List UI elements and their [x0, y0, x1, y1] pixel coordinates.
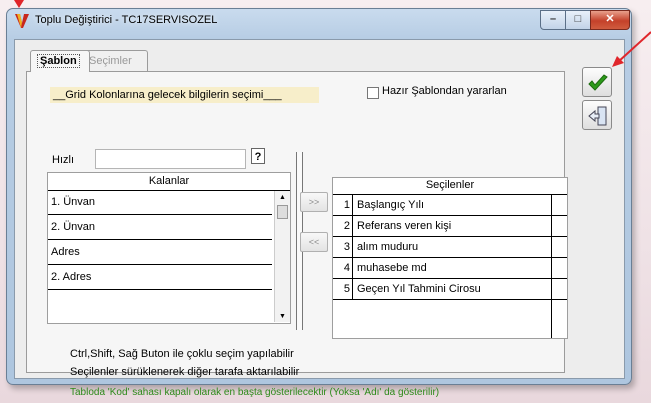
hizli-search-input[interactable]	[95, 149, 246, 169]
annotation-arrow-right	[612, 31, 651, 67]
toplu-degistirici-window: Toplu Değiştirici - TC17SERVISOZEL – □ ✕…	[6, 8, 632, 398]
tab-sablon-label: Şablon	[37, 54, 80, 68]
row-number: 5	[333, 279, 353, 299]
row-number: 1	[333, 195, 353, 215]
scroll-up-icon[interactable]: ▲	[279, 194, 286, 201]
minimize-icon: –	[549, 13, 557, 25]
tab-secimler-label: Seçimler	[89, 55, 132, 67]
scroll-thumb[interactable]	[277, 205, 288, 219]
help-button[interactable]: ?	[251, 148, 265, 164]
row-text: Referans veren kişi	[357, 220, 452, 232]
info-kod-column: Tabloda 'Kod' sahası kapalı olarak en ba…	[70, 387, 440, 398]
secilenler-row[interactable]: 4 muhasebe md	[333, 258, 567, 279]
tab-sablon[interactable]: Şablon	[30, 50, 90, 72]
secilenler-row[interactable]: 2 Referans veren kişi	[333, 216, 567, 237]
kalanlar-scrollbar[interactable]: ▲ ▼	[274, 191, 290, 322]
row-number: 4	[333, 258, 353, 278]
title-bar[interactable]: Toplu Değiştirici - TC17SERVISOZEL – □ ✕	[7, 9, 631, 33]
exit-button[interactable]	[582, 100, 612, 130]
secilenler-row[interactable]: 5 Geçen Yıl Tahmini Cirosu	[333, 279, 567, 300]
exit-door-icon	[588, 106, 607, 126]
secilenler-header: Seçilenler	[333, 178, 567, 195]
kalanlar-row[interactable]: Adres	[48, 241, 272, 265]
row-text: alım muduru	[357, 241, 419, 253]
info-drag-drop: Seçilenler sürüklenerek diğer tarafa akt…	[70, 366, 300, 378]
secilenler-grid[interactable]: Seçilenler 1 Başlangıç Yılı 2 Referans v…	[332, 177, 568, 339]
grid-columns-label: __Grid Kolonlarına gelecek bilgilerin se…	[50, 87, 319, 103]
client-area: Şablon Seçimler __Grid Kolonlarına gelec…	[14, 39, 625, 398]
row-text: Geçen Yıl Tahmini Cirosu	[357, 283, 481, 295]
maximize-button[interactable]: □	[565, 10, 591, 30]
row-text: Başlangıç Yılı	[357, 199, 425, 211]
minimize-button[interactable]: –	[540, 10, 566, 30]
scroll-down-icon[interactable]: ▼	[279, 313, 286, 320]
kalanlar-row[interactable]: 2. Ünvan	[48, 216, 272, 240]
close-button[interactable]: ✕	[590, 10, 630, 30]
window-title: Toplu Değiştirici - TC17SERVISOZEL	[35, 14, 218, 26]
confirm-button[interactable]	[582, 67, 612, 97]
hizli-label: Hızlı	[52, 154, 74, 166]
move-left-button[interactable]: <<	[300, 232, 328, 252]
maximize-icon: □	[574, 13, 582, 25]
hazir-sablon-checkbox[interactable]	[367, 87, 379, 99]
kalanlar-row[interactable]: 2. Adres	[48, 266, 272, 290]
kalanlar-header: Kalanlar	[48, 173, 290, 191]
secilenler-row[interactable]: 3 alım muduru	[333, 237, 567, 258]
close-icon: ✕	[605, 13, 615, 25]
info-multi-select: Ctrl,Shift, Sağ Buton ile çoklu seçim ya…	[70, 348, 294, 360]
checkmark-icon	[588, 74, 608, 91]
hazir-sablon-label: Hazır Şablondan yararlan	[382, 85, 507, 97]
kalanlar-row[interactable]: 1. Ünvan	[48, 191, 272, 215]
app-logo-icon	[15, 14, 29, 28]
secilenler-row[interactable]: 1 Başlangıç Yılı	[333, 195, 567, 216]
row-number: 3	[333, 237, 353, 257]
move-right-button[interactable]: >>	[300, 192, 328, 212]
tab-secimler[interactable]: Seçimler	[82, 50, 148, 71]
kalanlar-grid[interactable]: Kalanlar 1. Ünvan 2. Ünvan Adres 2. Adre…	[47, 172, 291, 324]
row-number: 2	[333, 216, 353, 236]
row-text: muhasebe md	[357, 262, 427, 274]
